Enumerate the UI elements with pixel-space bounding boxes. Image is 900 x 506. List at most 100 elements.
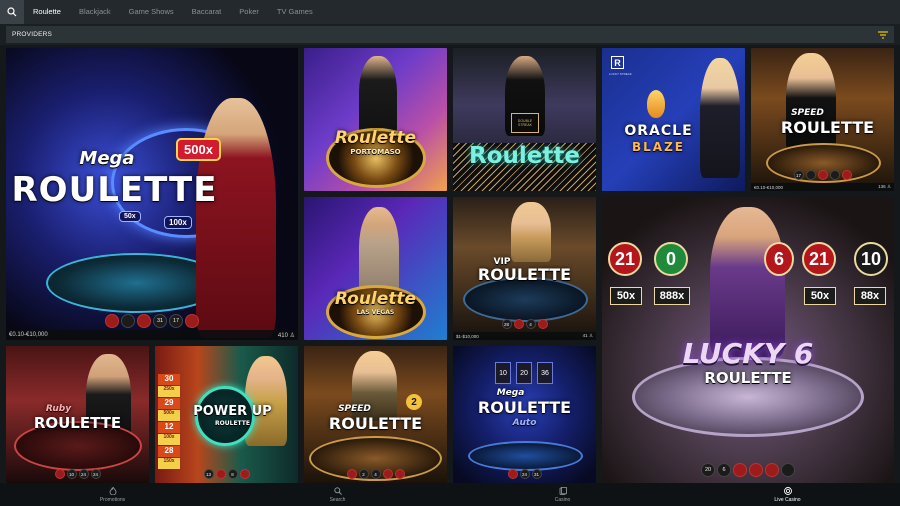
game-tile-oracle-blaze[interactable]: R LUCKY STREAK ORACLE BLAZE bbox=[602, 48, 745, 191]
recent-number: 24 bbox=[78, 469, 89, 479]
bottom-nav-live-casino[interactable]: Live Casino bbox=[675, 483, 900, 506]
lucky-ball-5: 10 bbox=[854, 242, 888, 276]
game-title: LUCKY 6 bbox=[682, 337, 814, 370]
bottom-navigation: Promotions Search Casino Live Casino bbox=[0, 483, 900, 506]
bottom-nav-promotions[interactable]: Promotions bbox=[0, 483, 225, 506]
filter-icon[interactable] bbox=[878, 30, 888, 39]
recent-number bbox=[765, 463, 779, 477]
power-up-mult: 28 bbox=[158, 446, 180, 457]
tab-blackjack[interactable]: Blackjack bbox=[70, 0, 120, 24]
user-icon: ♙ bbox=[886, 184, 891, 189]
game-tile-vip-roulette[interactable]: VIP ROULETTE 28 4 $1-$10,000 41 ♙ bbox=[453, 197, 596, 340]
game-tile-speed-roulette-2[interactable]: SPEED ROULETTE 2 2 4 bbox=[304, 346, 447, 483]
mega-ball-2: 20 bbox=[516, 362, 532, 384]
dealer-figure bbox=[196, 98, 276, 338]
recent-number: 8 bbox=[227, 469, 238, 479]
tab-tv-games[interactable]: TV Games bbox=[268, 0, 322, 24]
recent-number: 31 bbox=[531, 469, 542, 479]
game-tile-lucky-6-roulette[interactable]: 21 0 6 21 10 50x 888x 50x 88x LUCKY 6 RO… bbox=[602, 197, 894, 483]
tab-game-shows[interactable]: Game Shows bbox=[120, 0, 183, 24]
tab-poker[interactable]: Poker bbox=[230, 0, 268, 24]
providers-bar[interactable]: PROVIDERS bbox=[6, 26, 894, 43]
game-tile-speed-roulette[interactable]: SPEED ROULETTE 17 €0.10-€10,000 136 ♙ bbox=[751, 48, 894, 191]
game-title: Roulette bbox=[334, 289, 417, 309]
games-grid: Mega ROULETTE 500x 50x 100x 31 17 €0.10-… bbox=[0, 45, 900, 483]
game-subtitle: Ruby bbox=[45, 404, 72, 414]
recent-numbers: 2 4 bbox=[304, 469, 447, 479]
recent-numbers: 28 4 bbox=[453, 319, 596, 329]
lucky-mult-2: 888x bbox=[654, 287, 690, 305]
recent-number bbox=[513, 319, 524, 329]
recent-number bbox=[817, 170, 828, 180]
recent-number: 17 bbox=[169, 314, 183, 328]
game-tile-power-up-roulette[interactable]: 30 250x 29 500x 12 100x 28 150x POWER UP… bbox=[155, 346, 298, 483]
cards-icon bbox=[559, 486, 567, 495]
game-tile-roulette[interactable]: DOUBLE STREAK Roulette bbox=[453, 48, 596, 191]
search-button[interactable] bbox=[0, 0, 24, 24]
tab-baccarat[interactable]: Baccarat bbox=[183, 0, 231, 24]
recent-number bbox=[105, 314, 119, 328]
player-count: 410 bbox=[277, 332, 288, 339]
roulette-wheel bbox=[468, 441, 583, 471]
search-icon bbox=[7, 7, 17, 17]
bet-limits: $1-$10,000 bbox=[456, 333, 479, 339]
game-subtitle: PORTOMASO bbox=[350, 148, 401, 156]
recent-number bbox=[805, 170, 816, 180]
lucky-ball-2: 0 bbox=[654, 242, 688, 276]
recent-number: 24 bbox=[90, 469, 101, 479]
bottom-nav-casino[interactable]: Casino bbox=[450, 483, 675, 506]
recent-number bbox=[537, 319, 548, 329]
power-up-mult: 150x bbox=[158, 458, 180, 469]
lucky-mult-4: 50x bbox=[804, 287, 836, 305]
game-tile-ruby-roulette[interactable]: Ruby ROULETTE 10 24 24 bbox=[6, 346, 149, 483]
recent-number bbox=[394, 469, 405, 479]
recent-number: 13 bbox=[203, 469, 214, 479]
game-title: Roulette bbox=[469, 143, 580, 169]
recent-number: 28 bbox=[501, 319, 512, 329]
game-subtitle: ROULETTE bbox=[704, 369, 792, 387]
flame-logo bbox=[647, 90, 665, 118]
recent-number bbox=[829, 170, 840, 180]
game-tile-mega-roulette[interactable]: Mega ROULETTE 500x 50x 100x 31 17 €0.10-… bbox=[6, 48, 298, 340]
recent-number bbox=[239, 469, 250, 479]
game-subtitle: SPEED bbox=[338, 404, 371, 414]
game-title: ROULETTE bbox=[477, 265, 572, 284]
flame-icon bbox=[109, 486, 117, 495]
recent-number: 4 bbox=[370, 469, 381, 479]
game-tile-roulette-las-vegas[interactable]: Roulette LAS VEGAS bbox=[304, 197, 447, 340]
recent-numbers: 31 17 bbox=[6, 314, 298, 328]
recent-number bbox=[733, 463, 747, 477]
user-icon: ♙ bbox=[588, 333, 593, 338]
game-title: ROULETTE bbox=[33, 414, 122, 432]
recent-number: 6 bbox=[717, 463, 731, 477]
recent-number bbox=[346, 469, 357, 479]
game-tile-mega-roulette-auto[interactable]: 10 20 36 Mega ROULETTE Auto 24 31 bbox=[453, 346, 596, 483]
recent-numbers: 13 8 bbox=[155, 469, 298, 479]
top-navigation: Roulette Blackjack Game Shows Baccarat P… bbox=[0, 0, 900, 24]
recent-number bbox=[382, 469, 393, 479]
recent-number: 31 bbox=[153, 314, 167, 328]
bottom-nav-label: Search bbox=[329, 496, 346, 503]
bottom-nav-search[interactable]: Search bbox=[225, 483, 450, 506]
recent-number: 4 bbox=[525, 319, 536, 329]
recent-number bbox=[215, 469, 226, 479]
dealer-figure bbox=[700, 58, 740, 178]
tile-footer: $1-$10,000 41 ♙ bbox=[453, 332, 596, 340]
game-title: ORACLE bbox=[624, 123, 693, 139]
recent-number bbox=[54, 469, 65, 479]
power-up-mult: 30 bbox=[158, 374, 180, 385]
game-title: ROULETTE bbox=[328, 414, 423, 433]
tile-footer: €0.10-€10,000 410 ♙ bbox=[6, 330, 298, 340]
multiplier-badge-500x: 500x bbox=[176, 138, 221, 161]
recent-numbers: 17 bbox=[751, 170, 894, 180]
game-title-auto: Auto bbox=[512, 418, 537, 428]
mega-ball-3: 36 bbox=[537, 362, 553, 384]
lucky-mult-5: 88x bbox=[854, 287, 886, 305]
tab-roulette[interactable]: Roulette bbox=[24, 0, 70, 24]
table-number-badge: 2 bbox=[406, 394, 422, 410]
recent-number bbox=[137, 314, 151, 328]
lucky-ball-3: 6 bbox=[764, 242, 794, 276]
recent-number bbox=[781, 463, 795, 477]
bottom-nav-label: Live Casino bbox=[774, 496, 801, 503]
game-tile-roulette-portomaso[interactable]: Roulette PORTOMASO bbox=[304, 48, 447, 191]
